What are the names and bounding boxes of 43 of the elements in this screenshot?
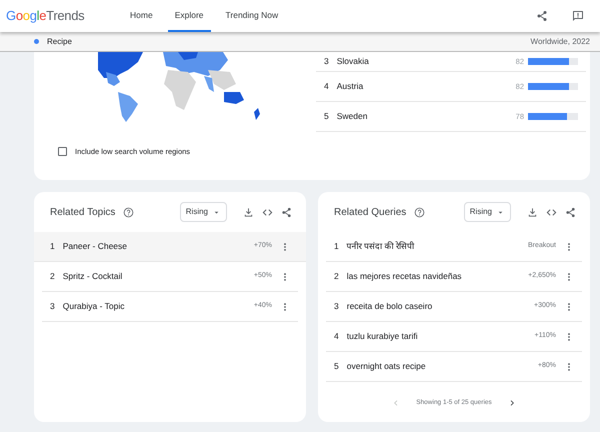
rank-number: 3 [50, 300, 55, 313]
topic-text: Paneer - Cheese [62, 240, 127, 253]
region-name[interactable]: Slovakia [336, 55, 369, 68]
embed-icon[interactable] [262, 206, 273, 218]
query-text: receita de bolo caseiro [346, 300, 432, 313]
rank-number: 2 [50, 270, 55, 283]
feedback-icon[interactable] [572, 10, 584, 22]
panel-title: Related Queries [334, 206, 406, 220]
rank-number: 1 [334, 240, 339, 253]
filter-dropdown[interactable]: Rising [180, 202, 227, 222]
region-name[interactable]: Austria [336, 80, 364, 93]
rank-number: 4 [324, 80, 329, 93]
help-icon[interactable] [414, 206, 426, 218]
download-icon[interactable] [243, 206, 254, 218]
topic-text: Qurabiya - Topic [62, 300, 124, 313]
rank-number: 1 [50, 240, 55, 253]
rank-number: 5 [334, 360, 339, 373]
nav-tab[interactable]: Home [123, 0, 160, 32]
rank-number: 3 [324, 55, 329, 68]
embed-icon[interactable] [546, 206, 557, 218]
share-icon[interactable] [281, 206, 292, 218]
logo[interactable]: GoogleTrends [4, 6, 99, 26]
share-icon[interactable] [565, 206, 576, 218]
rank-number: 3 [334, 300, 339, 313]
query-text: tuzlu kurabiye tarifi [346, 330, 418, 343]
topic-text: Spritz - Cocktail [62, 270, 122, 283]
panel-title: Related Topics [50, 206, 116, 220]
share-icon[interactable] [536, 10, 548, 22]
rank-number: 2 [334, 270, 339, 283]
rank-number: 5 [324, 110, 329, 123]
filter-dropdown[interactable]: Rising [464, 202, 511, 222]
region-name[interactable]: Sweden [336, 110, 368, 123]
query-text: las mejores recetas navideñas [346, 270, 462, 283]
help-icon[interactable] [123, 206, 134, 218]
rank-number: 4 [334, 330, 339, 343]
series-dot [34, 39, 39, 44]
scope-text: Worldwide, 2022 [530, 36, 590, 48]
checkbox[interactable] [58, 147, 67, 156]
query-text: overnight oats recipe [346, 360, 426, 373]
nav-tab[interactable]: Trending Now [218, 0, 286, 32]
search-term: Recipe [47, 36, 72, 48]
download-icon[interactable] [527, 206, 538, 218]
query-text: पनीर पसंदा की रेसिपी [346, 240, 414, 253]
